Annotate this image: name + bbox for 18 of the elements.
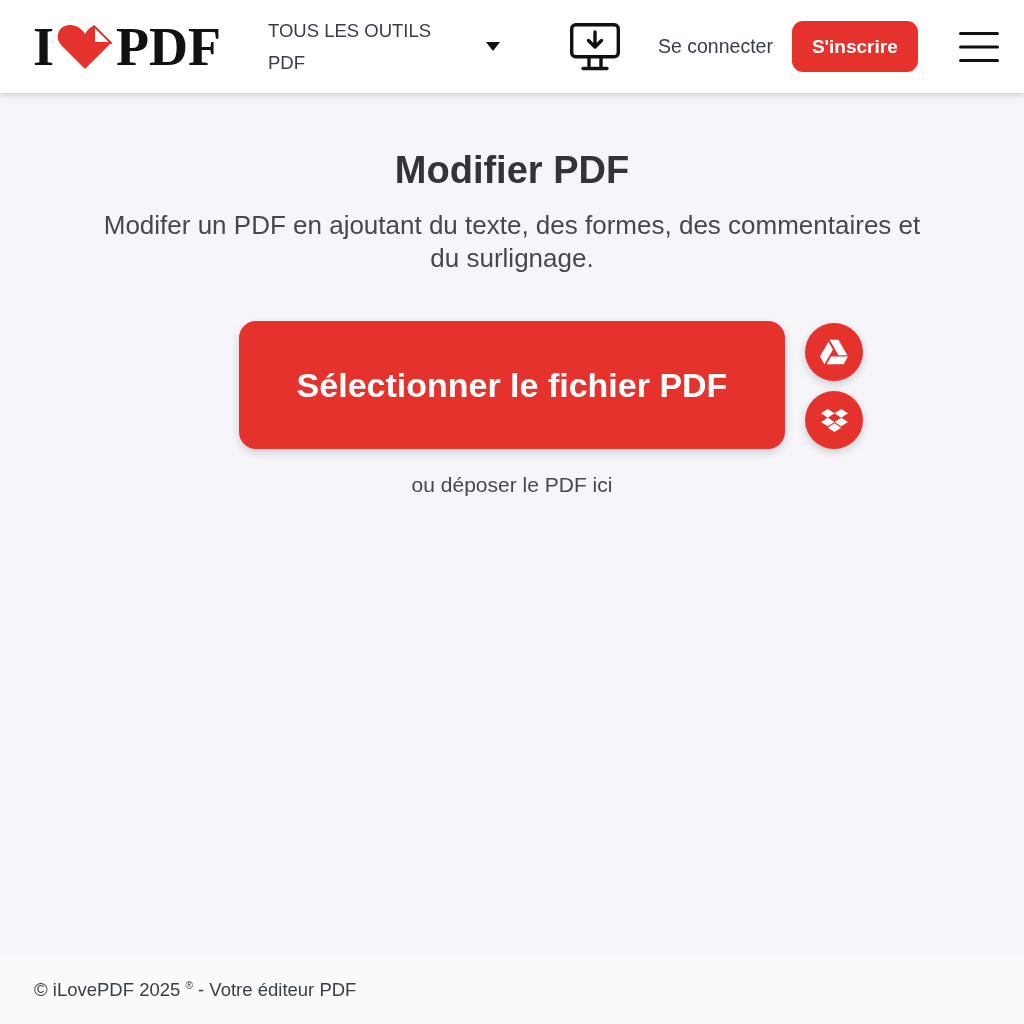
- dropbox-logo-icon: [820, 406, 848, 434]
- copyright-text: © iLovePDF 2025 $^{®}$ - Votre éditeur PDF: [34, 978, 357, 1001]
- dropbox-button[interactable]: [805, 391, 863, 449]
- page-description: Modifer un PDF en ajoutant du texte, des formes, des commentaires et du surlignage.: [102, 209, 922, 275]
- page-title: Modifier PDF: [394, 148, 630, 192]
- caret-icon: [486, 42, 500, 51]
- heart-logo-icon[interactable]: [56, 23, 114, 70]
- menu-icon[interactable]: [958, 31, 999, 62]
- drive-button[interactable]: [805, 323, 863, 381]
- logo-text[interactable]: PDF: [116, 24, 221, 69]
- logo-text[interactable]: I: [33, 24, 54, 69]
- select-file-button[interactable]: Sélectionner le fichier PDF: [239, 321, 785, 449]
- tools-menu-button[interactable]: TOUS LES OUTILS PDF: [268, 14, 500, 79]
- login-link[interactable]: Se connecter: [658, 35, 773, 58]
- desktop-download-icon[interactable]: [570, 22, 620, 71]
- signup-button[interactable]: S'inscrire: [791, 21, 918, 72]
- drive-logo-icon: [820, 338, 848, 366]
- drop-hint-text: ou déposer le PDF ici: [411, 473, 613, 497]
